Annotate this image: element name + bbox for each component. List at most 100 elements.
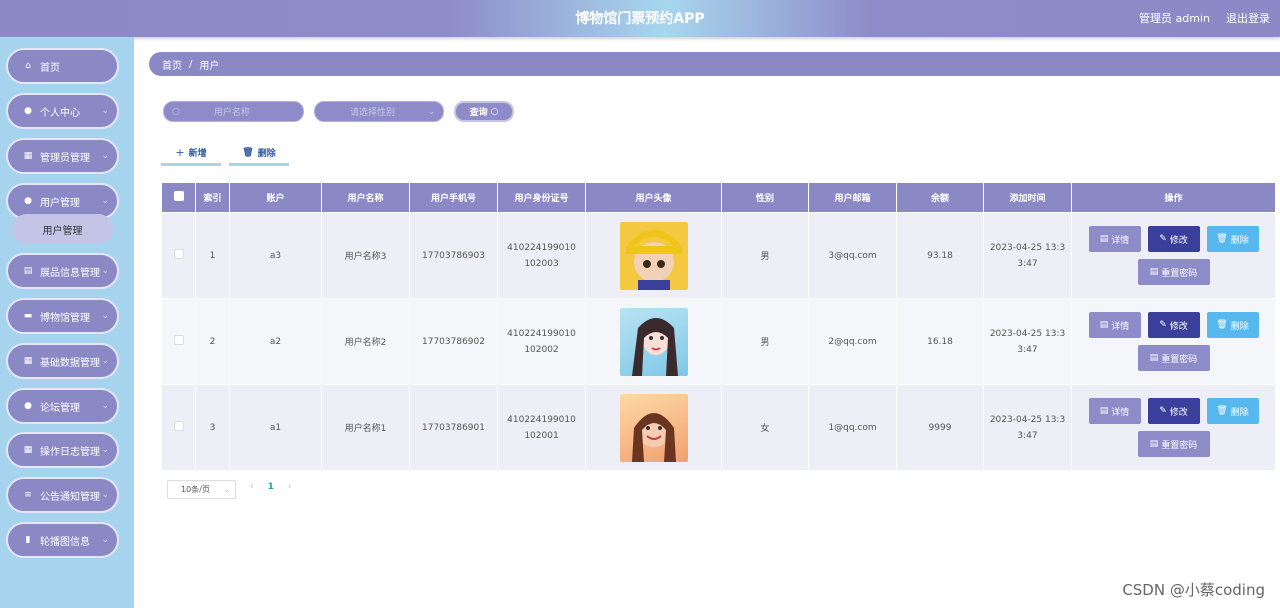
cell-phone: 17703786902 (409, 298, 498, 385)
row-select-cell[interactable] (161, 298, 196, 385)
menu-icon: ▦ (23, 356, 33, 366)
sidebar-item-label: 基础数据管理 (40, 357, 100, 369)
header-idcard: 用户身份证号 (497, 182, 586, 213)
menu-icon: ▦ (23, 445, 33, 455)
add-button[interactable]: + 新增 (161, 142, 221, 166)
cell-created-time: 2023-04-25 13:33:47 (983, 384, 1072, 471)
menu-icon: ▦ (23, 151, 33, 161)
prev-page-button[interactable]: ‹ (250, 482, 254, 492)
menu-icon: ● (24, 106, 32, 116)
delete-label: 删除 (1230, 407, 1249, 418)
sidebar-item-label: 用户管理 (40, 197, 80, 209)
reset-password-button[interactable]: ▤ 重置密码 (1137, 345, 1210, 371)
app-title: 博物馆门票预约APP (575, 11, 705, 27)
detail-button[interactable]: ▤ 详情 (1088, 312, 1141, 338)
reset-label: 重置密码 (1161, 354, 1198, 365)
delete-button[interactable]: 🗑 删除 (1206, 312, 1259, 338)
header-avatar: 用户头像 (585, 182, 722, 213)
cell-balance: 93.18 (896, 212, 984, 299)
sidebar-item-7[interactable]: ● 论坛管理 ⌄ (6, 388, 119, 424)
page-size-label: 10条/页 (181, 485, 210, 494)
csdn-watermark: CSDN @小蔡coding (1122, 581, 1265, 599)
chevron-down-icon: ⌄ (223, 485, 230, 494)
document-icon: ▤ (1099, 320, 1109, 330)
sidebar-item-5[interactable]: ▬ 博物馆管理 ⌄ (6, 298, 119, 334)
cell-index: 1 (195, 212, 230, 299)
cell-operations: ▤ 详情 ✎ 修改 🗑 删除 ▤ 重置密码 (1071, 384, 1276, 471)
avatar[interactable] (619, 221, 688, 290)
select-all-header[interactable] (161, 182, 196, 213)
cell-idcard: 410224199010102001 (497, 384, 586, 471)
cell-balance: 16.18 (896, 298, 984, 385)
header-username: 用户名称 (321, 182, 410, 213)
gender-select[interactable]: 请选择性别 ⌄ (314, 101, 444, 122)
page-number-current[interactable]: 1 (268, 482, 274, 492)
edit-label: 修改 (1169, 321, 1188, 332)
sidebar-item-1[interactable]: ● 个人中心 ⌄ (6, 93, 119, 129)
menu-icon: ≡ (24, 490, 32, 500)
sidebar-item-2[interactable]: ▦ 管理员管理 ⌄ (6, 138, 119, 174)
detail-label: 详情 (1111, 321, 1130, 332)
edit-label: 修改 (1169, 407, 1188, 418)
sidebar-item-label: 首页 (40, 62, 60, 74)
table-row: 1 a3 用户名称3 17703786903 410224199010102003 男 3@… (161, 212, 1276, 299)
header-balance: 余额 (896, 182, 984, 213)
chevron-down-icon: ⌄ (101, 106, 109, 116)
query-button[interactable]: 查询 ○ (454, 101, 514, 122)
header-index: 索引 (195, 182, 230, 213)
batch-delete-label: 删除 (257, 149, 276, 159)
query-button-label: 查询 (469, 108, 488, 118)
detail-button[interactable]: ▤ 详情 (1088, 226, 1141, 252)
cell-gender: 女 (721, 384, 809, 471)
menu-icon: ▮ (25, 535, 31, 545)
edit-label: 修改 (1169, 235, 1188, 246)
detail-label: 详情 (1111, 235, 1130, 246)
sidebar-item-4[interactable]: ▤ 展品信息管理 ⌄ (6, 253, 119, 289)
chevron-down-icon: ⌄ (101, 356, 109, 366)
header-phone: 用户手机号 (409, 182, 498, 213)
sidebar-item-8[interactable]: ▦ 操作日志管理 ⌄ (6, 432, 119, 468)
sidebar-item-label: 操作日志管理 (40, 446, 100, 458)
row-checkbox[interactable] (173, 421, 184, 431)
detail-button[interactable]: ▤ 详情 (1088, 398, 1141, 424)
username-search-input[interactable]: ○ 用户名称 (163, 101, 304, 122)
reset-password-button[interactable]: ▤ 重置密码 (1137, 431, 1210, 457)
chevron-down-icon: ⌄ (101, 151, 109, 161)
logout-link[interactable]: 退出登录 (1226, 10, 1270, 26)
edit-button[interactable]: ✎ 修改 (1147, 398, 1200, 424)
delete-button[interactable]: 🗑 删除 (1206, 398, 1259, 424)
row-checkbox[interactable] (173, 335, 184, 345)
avatar[interactable] (619, 307, 688, 376)
edit-button[interactable]: ✎ 修改 (1147, 226, 1200, 252)
created-time-text: 2023-04-25 13:33:47 (989, 414, 1066, 441)
chevron-down-icon: ⌄ (428, 107, 435, 116)
avatar[interactable] (619, 393, 688, 462)
detail-label: 详情 (1111, 407, 1130, 418)
header-email: 用户邮箱 (808, 182, 897, 213)
trash-icon: 🗑 (1216, 406, 1228, 416)
next-page-button[interactable]: › (288, 482, 292, 492)
cell-created-time: 2023-04-25 13:33:47 (983, 212, 1072, 299)
add-button-label: 新增 (188, 149, 207, 159)
document-icon: ▤ (1149, 353, 1159, 363)
sidebar-item-label: 博物馆管理 (40, 312, 90, 324)
breadcrumb-home[interactable]: 首页 (162, 57, 182, 72)
submenu-item-user-management[interactable]: 用户管理 (12, 214, 113, 244)
row-checkbox[interactable] (173, 249, 184, 259)
select-all-checkbox[interactable] (173, 191, 184, 201)
sidebar-item-9[interactable]: ≡ 公告通知管理 ⌄ (6, 477, 119, 513)
sidebar-item-0[interactable]: ⌂ 首页 (6, 48, 119, 84)
created-time-text: 2023-04-25 13:33:47 (989, 328, 1066, 355)
delete-button[interactable]: 🗑 删除 (1206, 226, 1259, 252)
edit-button[interactable]: ✎ 修改 (1147, 312, 1200, 338)
cell-balance: 9999 (896, 384, 984, 471)
page-size-select[interactable]: 10条/页 ⌄ (167, 480, 236, 499)
sidebar-item-10[interactable]: ▮ 轮播图信息 ⌄ (6, 522, 119, 558)
batch-delete-button[interactable]: 🗑 删除 (229, 142, 289, 166)
row-select-cell[interactable] (161, 384, 196, 471)
created-time-text: 2023-04-25 13:33:47 (989, 242, 1066, 269)
reset-password-button[interactable]: ▤ 重置密码 (1137, 259, 1210, 285)
reset-label: 重置密码 (1161, 440, 1198, 451)
row-select-cell[interactable] (161, 212, 196, 299)
sidebar-item-6[interactable]: ▦ 基础数据管理 ⌄ (6, 343, 119, 379)
